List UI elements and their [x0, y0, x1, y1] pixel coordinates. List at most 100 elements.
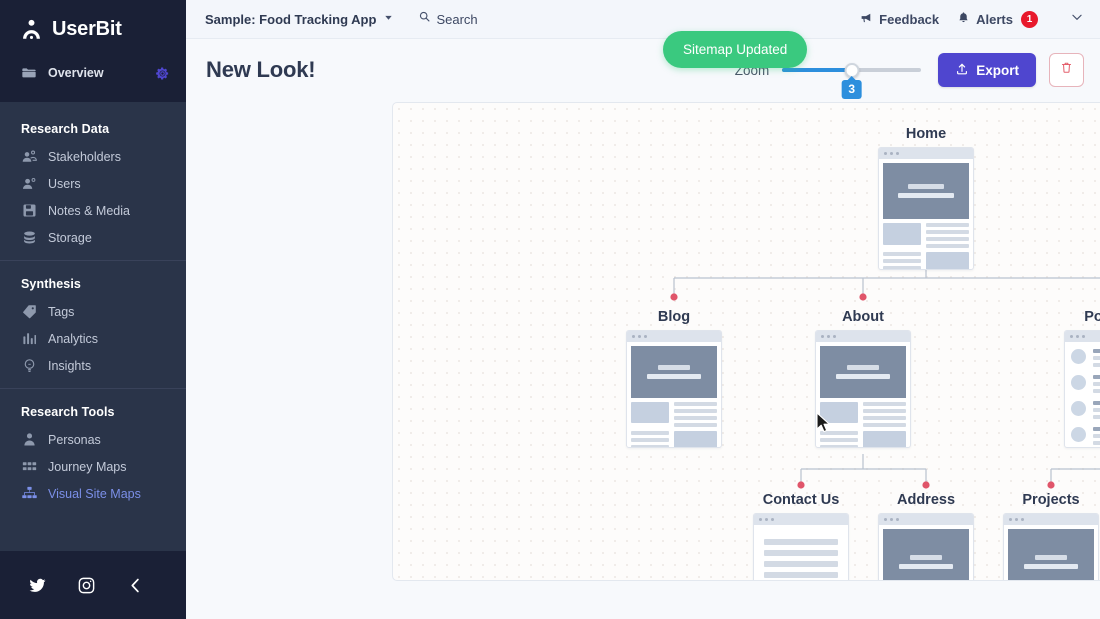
sitemap-icon — [21, 485, 38, 502]
project-selector[interactable]: Sample: Food Tracking App — [205, 10, 394, 28]
account-menu-chevron-down-icon[interactable] — [1070, 10, 1084, 29]
wireframe-hero-page — [1003, 513, 1099, 580]
wireframe-line — [674, 409, 717, 413]
trash-icon — [1060, 61, 1073, 79]
alerts-button[interactable]: Alerts — [957, 11, 1013, 27]
delete-button[interactable] — [1049, 53, 1084, 87]
wireframe-text — [753, 513, 849, 580]
instagram-icon[interactable] — [77, 576, 96, 595]
gear-icon[interactable] — [155, 66, 170, 81]
wireframe-hero-line — [1024, 564, 1078, 569]
wireframe-line — [674, 402, 717, 406]
wireframe-row — [883, 223, 969, 248]
feedback-label: Feedback — [879, 11, 940, 27]
sidebar-footer — [0, 551, 186, 619]
wireframe-line — [863, 423, 906, 427]
wireframe-hero-line — [910, 555, 942, 560]
wireframe-line — [764, 550, 838, 556]
wireframe-line — [631, 431, 669, 435]
sidebar-item-storage[interactable]: Storage — [0, 224, 186, 251]
sidebar-item-insights[interactable]: Insights — [0, 352, 186, 379]
folder-icon — [21, 65, 37, 81]
sidebar-item-notes-media[interactable]: Notes & Media — [0, 197, 186, 224]
window-dot-icon — [890, 518, 893, 521]
sidebar-item-label: Analytics — [48, 331, 99, 346]
search-button[interactable]: Search — [418, 10, 478, 28]
toast-notification[interactable]: Sitemap Updated — [663, 31, 808, 68]
sidebar-item-overview[interactable]: Overview — [0, 60, 186, 86]
sidebar-item-label: Visual Site Maps — [48, 486, 141, 501]
wireframe-block — [863, 431, 906, 447]
wireframe-hero-page — [878, 513, 974, 580]
main-area: Sample: Food Tracking App Search Feedbac… — [186, 0, 1100, 619]
wireframe-titlebar — [879, 514, 973, 525]
wireframe-row — [820, 402, 906, 427]
wireframe-line — [883, 252, 921, 256]
wireframe-line — [863, 402, 906, 406]
wireframe-lines — [1093, 349, 1100, 367]
notes-media-icon — [21, 202, 38, 219]
sidebar-brand-section: UserBit Overview — [0, 0, 186, 102]
wireframe-list-row — [1071, 401, 1100, 419]
sidebar-item-label: Notes & Media — [48, 203, 130, 218]
wireframe-titlebar — [627, 331, 721, 342]
chevron-left-icon[interactable] — [126, 576, 145, 595]
storage-icon — [21, 229, 38, 246]
sidebar-item-analytics[interactable]: Analytics — [0, 325, 186, 352]
wireframe-line — [820, 445, 858, 447]
search-label: Search — [436, 11, 478, 27]
window-dot-icon — [1015, 518, 1018, 521]
wireframe-lines — [1093, 401, 1100, 419]
window-dot-icon — [884, 518, 887, 521]
wireframe-titlebar — [1065, 331, 1100, 342]
wireframe-list-row — [1071, 427, 1100, 445]
sitemap-canvas[interactable]: Home Blog About P Contact Us Address Pro… — [392, 102, 1100, 581]
sidebar-item-users[interactable]: Users — [0, 170, 186, 197]
sidebar-item-personas[interactable]: Personas — [0, 426, 186, 453]
wireframe-hero-line — [898, 193, 954, 198]
lightbulb-icon — [21, 357, 38, 374]
zoom-value-bubble: 3 — [841, 80, 863, 100]
wireframe-line — [674, 416, 717, 420]
wireframe-titlebar — [879, 148, 973, 159]
wireframe-lines — [764, 539, 838, 580]
wireframe-body — [627, 342, 721, 447]
window-dot-icon — [896, 152, 899, 155]
sidebar-item-label: Journey Maps — [48, 459, 127, 474]
twitter-icon[interactable] — [28, 576, 47, 595]
wireframe-body — [754, 525, 848, 580]
sidebar-item-visual-site-maps[interactable]: Visual Site Maps — [0, 480, 186, 507]
zoom-slider[interactable]: 3 — [782, 60, 922, 100]
brand[interactable]: UserBit — [0, 14, 186, 44]
wireframe-titlebar — [754, 514, 848, 525]
sidebar-item-label: Users — [48, 176, 81, 191]
sitemap-connectors — [670, 249, 1100, 489]
wireframe-hero-line — [899, 564, 953, 569]
wireframe-lines — [863, 402, 906, 427]
wireframe-line — [926, 244, 969, 248]
wireframe-body — [879, 159, 973, 269]
sidebar-item-stakeholders[interactable]: Stakeholders — [0, 143, 186, 170]
zoom-slider-fill — [782, 68, 852, 72]
sidebar-item-journey-maps[interactable]: Journey Maps — [0, 453, 186, 480]
wireframe-line — [1093, 356, 1100, 360]
window-dot-icon — [884, 152, 887, 155]
sitemap-node-label: Portfolio — [1084, 309, 1100, 325]
sitemap-node-label: Blog — [657, 309, 691, 325]
window-dot-icon — [896, 518, 899, 521]
wireframe-line — [883, 259, 921, 263]
export-button[interactable]: Export — [938, 53, 1036, 87]
wireframe-line — [1093, 389, 1100, 393]
wireframe-page — [626, 330, 722, 448]
wireframe-hero — [1008, 529, 1094, 580]
feedback-button[interactable]: Feedback — [860, 11, 939, 27]
upload-icon — [955, 62, 969, 79]
wireframe-hero-line — [847, 365, 879, 370]
sidebar-group-synthesis: Synthesis Tags Analytics Insights — [0, 260, 186, 388]
sidebar-item-tags[interactable]: Tags — [0, 298, 186, 325]
alerts-badge: 1 — [1021, 10, 1038, 28]
wireframe-block — [926, 252, 969, 269]
topbar-actions: Feedback Alerts 1 — [860, 10, 1084, 29]
sitemap-canvas-inner: Home Blog About P Contact Us Address Pro… — [393, 103, 1100, 580]
wireframe-line — [1093, 415, 1100, 419]
